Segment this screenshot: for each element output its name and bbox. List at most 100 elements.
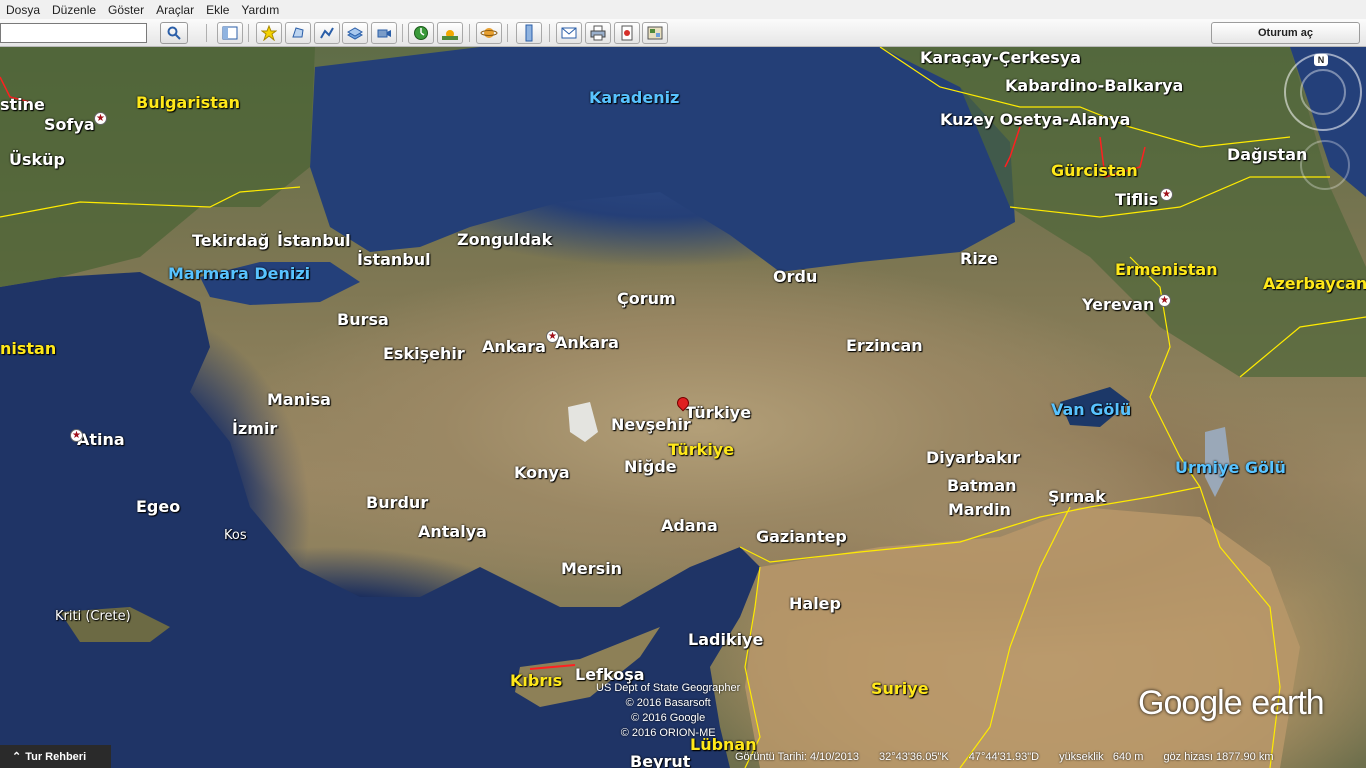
menu-tools[interactable]: Araçlar xyxy=(150,3,200,17)
historical-imagery-button[interactable] xyxy=(408,22,434,44)
copyright-line: © 2016 Basarsoft xyxy=(625,697,711,709)
menu-add[interactable]: Ekle xyxy=(200,3,235,17)
overlay-icon xyxy=(347,27,363,40)
elevation: yükseklik 640 m xyxy=(1059,751,1144,763)
map-label: Eskişehir xyxy=(383,344,465,363)
map-label: Kuzey Osetya-Alanya xyxy=(940,110,1131,129)
google-earth-logo: Google earth xyxy=(1138,681,1325,724)
map-label: Karaçay-Çerkesya xyxy=(920,48,1082,67)
record-tour-button[interactable] xyxy=(371,22,397,44)
map-label: Ordu xyxy=(773,267,818,286)
map-label: Manisa xyxy=(267,390,331,409)
tour-guide-label: Tur Rehberi xyxy=(25,750,87,763)
sidebar-icon xyxy=(222,26,238,40)
look-joystick[interactable] xyxy=(1300,69,1346,115)
map-label: nistan xyxy=(0,339,57,358)
toolbar-separator xyxy=(549,24,550,42)
menu-edit[interactable]: Düzenle xyxy=(46,3,102,17)
sidebar-button[interactable] xyxy=(217,22,243,44)
map-label: Dağıstan xyxy=(1227,145,1308,164)
tour-icon xyxy=(377,29,391,38)
history-icon xyxy=(414,26,428,40)
save-image-button[interactable] xyxy=(614,22,640,44)
print-button[interactable] xyxy=(585,22,611,44)
map-label: Mardin xyxy=(948,500,1011,519)
save-image-icon xyxy=(621,25,633,41)
sunlight-button[interactable] xyxy=(437,22,463,44)
toolbar-separator xyxy=(469,24,470,42)
switch-planet-button[interactable] xyxy=(476,22,502,44)
search-icon xyxy=(167,26,181,40)
map-label: Batman xyxy=(947,476,1017,495)
map-label: Mersin xyxy=(561,559,623,578)
eye-altitude: göz hizası 1877.90 km xyxy=(1163,751,1274,763)
chevron-up-icon: ⌃ xyxy=(12,751,22,763)
map-label: İstanbul xyxy=(277,231,351,250)
map-label: Türkiye xyxy=(685,403,752,422)
map-label: Nevşehir xyxy=(611,415,691,434)
view-in-maps-button[interactable] xyxy=(642,22,668,44)
add-path-button[interactable] xyxy=(314,22,340,44)
print-icon xyxy=(590,25,606,41)
menu-help[interactable]: Yardım xyxy=(235,3,285,17)
map-label: Ankara xyxy=(555,333,619,352)
add-placemark-button[interactable] xyxy=(256,22,282,44)
map-label: Karadeniz xyxy=(589,88,680,107)
map-label: Diyarbakır xyxy=(926,448,1021,467)
map-label: Azerbaycan xyxy=(1263,274,1366,293)
capital-star-icon: ★ xyxy=(1160,188,1173,201)
map-label: Halep xyxy=(789,594,841,613)
search-button[interactable] xyxy=(160,22,188,44)
sign-in-button[interactable]: Oturum aç xyxy=(1211,22,1360,44)
search-input[interactable] xyxy=(0,23,147,43)
map-label: Suriye xyxy=(871,679,929,698)
map-label: Niğde xyxy=(624,457,677,476)
map-view[interactable]: Karadeniz Marmara Denizi Van Gölü Urmiye… xyxy=(0,47,1366,768)
email-button[interactable] xyxy=(556,22,582,44)
toolbar-separator xyxy=(248,24,249,42)
imagery-date: Görüntü Tarihi: 4/10/2013 xyxy=(735,751,859,763)
ruler-icon xyxy=(525,24,533,42)
syria-desert-shape xyxy=(745,507,1300,768)
map-label: Egeo xyxy=(136,497,181,516)
map-label: Kabardino-Balkarya xyxy=(1005,76,1184,95)
toolbar-separator xyxy=(507,24,508,42)
map-label: Üsküp xyxy=(9,150,65,169)
map-label: Şırnak xyxy=(1048,487,1106,506)
map-label: Atina xyxy=(77,430,125,449)
map-label: Antalya xyxy=(418,522,487,541)
move-joystick[interactable] xyxy=(1300,140,1350,190)
placemark-icon xyxy=(261,25,277,41)
capital-star-icon: ★ xyxy=(1158,294,1171,307)
copyright-line: US Dept of State Geographer xyxy=(596,682,741,694)
map-label: Türkiye xyxy=(668,440,735,459)
map-label: Tiflis xyxy=(1115,190,1159,209)
menu-view[interactable]: Göster xyxy=(102,3,150,17)
map-label: İstanbul xyxy=(357,250,431,269)
menu-bar: Dosya Düzenle Göster Araçlar Ekle Yardım xyxy=(0,0,1366,19)
sunlight-icon xyxy=(442,30,458,40)
logo-google: Google xyxy=(1138,684,1243,722)
add-polygon-button[interactable] xyxy=(285,22,311,44)
map-label: Yerevan xyxy=(1082,295,1155,314)
menu-file[interactable]: Dosya xyxy=(0,3,46,17)
map-label: Konya xyxy=(514,463,570,482)
status-bar: Görüntü Tarihi: 4/10/2013 32°43'36.05"K … xyxy=(735,748,1366,766)
salt-lake-shape xyxy=(568,402,598,442)
map-label: Beyrut xyxy=(630,752,691,768)
copyright-notice: US Dept of State Geographer © 2016 Basar… xyxy=(596,681,740,741)
map-label: Adana xyxy=(661,516,718,535)
north-indicator[interactable]: N xyxy=(1314,54,1328,66)
capital-star-icon: ★ xyxy=(70,429,83,442)
map-label: Kriti (Crete) xyxy=(55,609,131,624)
map-label: Gaziantep xyxy=(756,527,847,546)
map-label: Marmara Denizi xyxy=(168,264,311,283)
black-sea-shape xyxy=(310,47,1015,272)
tour-guide-button[interactable]: ⌃ Tur Rehberi xyxy=(0,745,111,768)
polygon-icon xyxy=(292,27,304,38)
toolbar: Oturum aç xyxy=(0,19,1366,47)
ruler-button[interactable] xyxy=(516,22,542,44)
logo-earth: earth xyxy=(1251,684,1324,722)
map-label: Urmiye Gölü xyxy=(1175,458,1286,477)
add-overlay-button[interactable] xyxy=(342,22,368,44)
